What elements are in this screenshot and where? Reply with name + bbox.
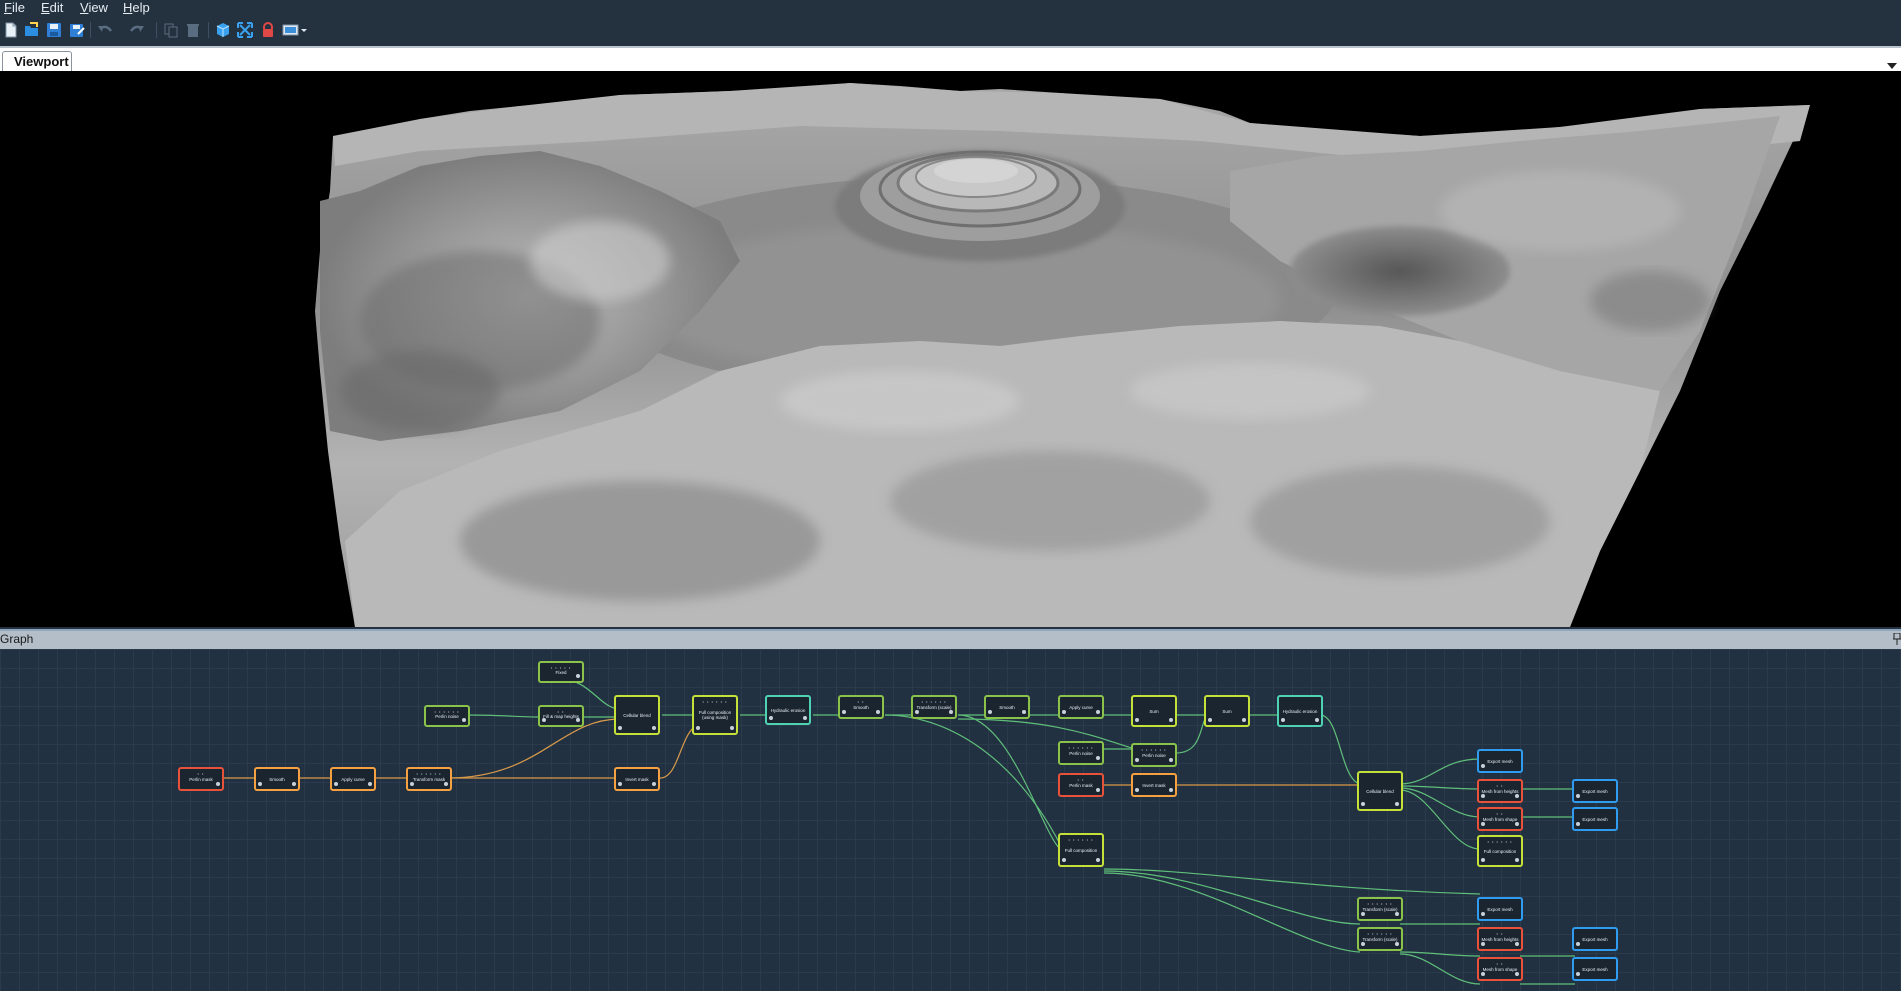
copy-icon[interactable] [162, 21, 180, 39]
graph-node[interactable]: Invert mask [1131, 773, 1177, 797]
graph-node[interactable]: Sum [1131, 695, 1177, 727]
graph-node[interactable]: Export mesh [1572, 957, 1618, 981]
graph-node[interactable]: Export mesh [1572, 807, 1618, 831]
menu-view[interactable]: View [80, 0, 108, 16]
graph-node[interactable]: • • • • • Fixed [538, 661, 584, 683]
graph-node[interactable]: • • • • • • Full composition (using mask) [692, 695, 738, 735]
graph-node[interactable]: Smooth [254, 767, 300, 791]
tab-viewport[interactable]: Viewport [2, 51, 72, 71]
viewport-3d[interactable] [0, 71, 1901, 627]
graph-node[interactable]: Invert mask [614, 767, 660, 791]
menu-edit[interactable]: Edit [41, 0, 63, 16]
graph-node[interactable]: • • Mesh from shape [1477, 807, 1523, 831]
graph-node[interactable]: • • • • • • Transform (scale) [1357, 897, 1403, 921]
display-mode-icon[interactable] [282, 21, 308, 39]
toolbar [0, 16, 1901, 44]
node-graph-canvas[interactable]: • • • • • Fixed • • • • • • Perlin noise •… [0, 649, 1901, 991]
graph-node[interactable]: Export mesh [1477, 749, 1523, 773]
lock-icon[interactable] [259, 21, 277, 39]
save-icon[interactable] [45, 21, 63, 39]
new-icon[interactable] [2, 21, 20, 39]
graph-node[interactable]: Sum [1204, 695, 1250, 727]
terrain-render [315, 83, 1810, 627]
graph-node[interactable]: • • • • • • Full composition [1058, 833, 1104, 867]
undo-icon[interactable] [96, 21, 114, 39]
open-icon[interactable] [23, 21, 41, 39]
graph-node[interactable]: • • • • • • Perlin noise [1058, 741, 1104, 765]
graph-panel-title: Graph [0, 632, 34, 646]
graph-node[interactable]: Cellular blend [1357, 771, 1403, 811]
graph-node[interactable]: Smooth [984, 695, 1030, 719]
graph-node[interactable]: Apply curve [1058, 695, 1104, 719]
graph-node[interactable]: Export mesh [1572, 927, 1618, 951]
document-tab-strip: Viewport [0, 46, 1901, 71]
cube-icon[interactable] [214, 21, 232, 39]
graph-node[interactable]: • • • • • • Perlin noise [424, 705, 470, 727]
graph-node[interactable]: Hydraulic erosion [765, 695, 811, 725]
pin-icon[interactable] [1893, 632, 1901, 650]
graph-panel-header: Graph [0, 629, 1901, 649]
menu-help[interactable]: Help [123, 0, 150, 16]
menu-bar: File Edit View Help [0, 0, 1901, 16]
graph-node[interactable]: • • Fill & map heights [538, 705, 584, 727]
graph-node[interactable]: Apply curve [330, 767, 376, 791]
graph-node[interactable]: Hydraulic erosion [1277, 695, 1323, 727]
graph-node[interactable]: Export mesh [1477, 897, 1523, 921]
graph-node[interactable]: • • Perlin mask [178, 767, 224, 791]
graph-node[interactable]: • • Mesh from heights [1477, 927, 1523, 951]
graph-node[interactable]: Cellular blend [614, 695, 660, 735]
graph-node[interactable]: • • Perlin mask [1058, 773, 1104, 797]
fullscreen-icon[interactable] [236, 21, 254, 39]
graph-node[interactable]: • • • • • • Transform mask [406, 767, 452, 791]
delete-icon[interactable] [184, 21, 202, 39]
redo-icon[interactable] [128, 21, 146, 39]
graph-node[interactable]: • • • • • • Transform (scale) [1357, 927, 1403, 951]
graph-node[interactable]: Export mesh [1572, 779, 1618, 803]
graph-node[interactable]: • • Mesh from heights [1477, 779, 1523, 803]
graph-node[interactable]: • • • • • • Transform (scale) [911, 695, 957, 719]
graph-node[interactable]: • • • • • • Full composition [1477, 835, 1523, 867]
graph-node[interactable]: • • • • • • Perlin noise [1131, 743, 1177, 767]
graph-node[interactable]: • • Mesh from shape [1477, 957, 1523, 981]
graph-node[interactable]: • • Smooth [838, 695, 884, 719]
menu-file[interactable]: File [4, 0, 25, 16]
save-as-icon[interactable] [68, 21, 86, 39]
